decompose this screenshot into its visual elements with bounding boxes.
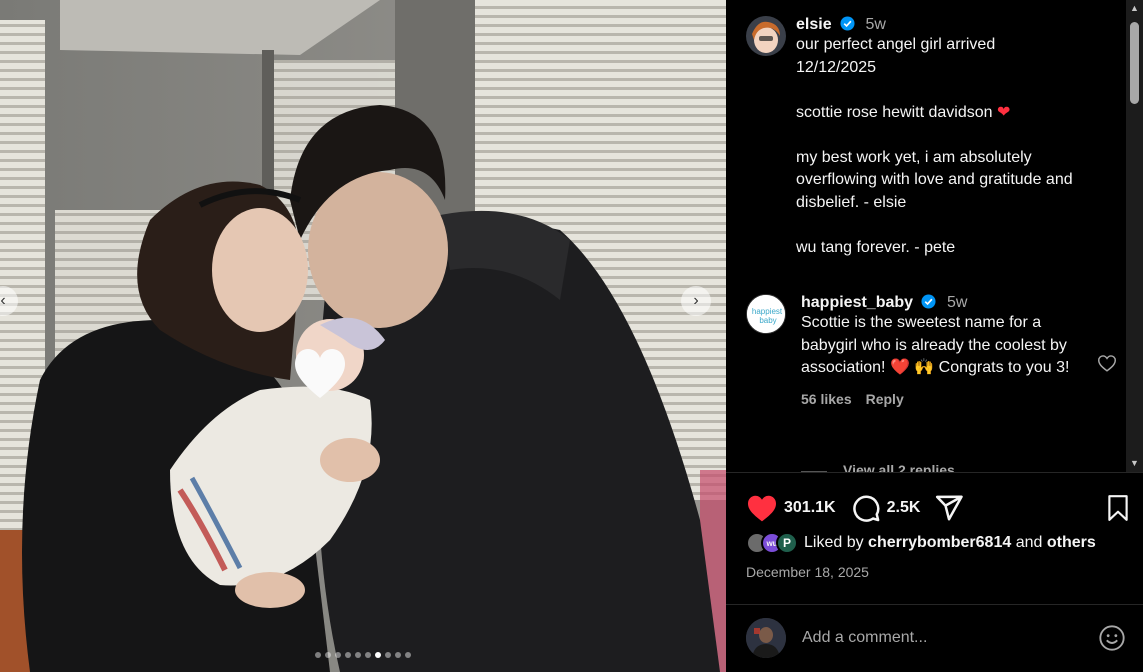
- comments-scrollbar[interactable]: ▲ ▼: [1126, 0, 1143, 472]
- caption-line: scottie rose hewitt davidson ❤: [796, 102, 1116, 125]
- carousel-dot: [365, 652, 371, 658]
- carousel-dot: [335, 652, 341, 658]
- comment-count: 2.5K: [886, 499, 921, 516]
- carousel-indicator: [0, 652, 726, 658]
- liked-by-others[interactable]: others: [1047, 534, 1096, 552]
- caption-line: our perfect angel girl arrived: [796, 36, 996, 53]
- comment-likes[interactable]: 56 likes: [801, 391, 852, 407]
- save-button[interactable]: [1105, 494, 1131, 522]
- verified-badge-icon: [840, 16, 855, 31]
- liked-by-user[interactable]: cherrybomber6814: [868, 534, 1011, 552]
- carousel-dot: [315, 652, 321, 658]
- caption-line: 12/12/2025: [796, 58, 877, 76]
- carousel-dot: [355, 652, 361, 658]
- commenter-username[interactable]: happiest_baby: [801, 294, 913, 311]
- scrollbar-thumb[interactable]: [1130, 22, 1139, 104]
- svg-text:baby: baby: [759, 316, 776, 325]
- caption-line: wu tang forever. - pete: [796, 238, 956, 256]
- action-bar: 301.1K 2.5K: [746, 490, 1131, 526]
- svg-text:happiest: happiest: [752, 307, 783, 316]
- divider: [726, 604, 1143, 605]
- commenter-avatar[interactable]: happiest baby: [746, 294, 786, 334]
- like-count: 301.1K: [784, 499, 836, 516]
- liked-by-and: and: [1015, 534, 1043, 551]
- comment-button[interactable]: 2.5K: [851, 493, 921, 523]
- author-username[interactable]: elsie: [796, 16, 832, 33]
- next-slide-button[interactable]: ›: [681, 286, 711, 316]
- comment-bubble-icon: [852, 495, 880, 522]
- bookmark-icon: [1108, 495, 1128, 521]
- comments-scroll-area[interactable]: elsie 5w our perfect angel girl arrived …: [726, 0, 1126, 472]
- caption-text: our perfect angel girl arrived 12/12/202…: [796, 34, 1116, 259]
- scroll-up-arrow-icon[interactable]: ▲: [1126, 0, 1143, 17]
- caption-line-text: scottie rose hewitt davidson: [796, 103, 993, 121]
- carousel-dot: [345, 652, 351, 658]
- carousel-dot: [405, 652, 411, 658]
- reply-button[interactable]: Reply: [866, 391, 904, 407]
- carousel-dot: [375, 652, 381, 658]
- red-heart-emoji: ❤: [997, 103, 1011, 121]
- liked-by-prefix: Liked by: [804, 534, 864, 551]
- comment-like-heart-icon[interactable]: [1096, 352, 1118, 374]
- author-avatar[interactable]: [746, 16, 786, 56]
- comment-input[interactable]: [802, 629, 1098, 647]
- verified-badge-icon: [921, 294, 937, 309]
- comment-text: Scottie is the sweetest name for a babyg…: [801, 314, 1070, 377]
- comment-time[interactable]: 5w: [947, 294, 967, 311]
- post-side-panel: elsie 5w our perfect angel girl arrived …: [726, 0, 1143, 672]
- heart-filled-icon: [748, 495, 776, 522]
- share-button[interactable]: [934, 493, 964, 523]
- liked-by-row: wu P Liked by cherrybomber6814 and other…: [746, 530, 1096, 556]
- view-replies-link[interactable]: View all 2 replies: [801, 462, 955, 472]
- divider: [726, 472, 1143, 473]
- caption-line: [796, 214, 1116, 237]
- scroll-down-arrow-icon[interactable]: ▼: [1126, 455, 1143, 472]
- send-paper-plane-icon: [936, 495, 964, 521]
- liker-avatar[interactable]: P: [776, 532, 798, 554]
- carousel-dot: [325, 652, 331, 658]
- emoji-picker-icon[interactable]: [1098, 624, 1126, 652]
- current-user-avatar[interactable]: [746, 618, 786, 658]
- caption-line: [796, 79, 1116, 102]
- carousel-dot: [385, 652, 391, 658]
- post-time[interactable]: 5w: [866, 16, 886, 33]
- comment-item: happiest baby happiest_baby 5w Scottie i…: [746, 294, 1126, 407]
- comment-composer: [746, 617, 1126, 659]
- like-button[interactable]: 301.1K: [746, 493, 836, 523]
- caption-line: [796, 124, 1116, 147]
- carousel-dot: [395, 652, 401, 658]
- post-caption: elsie 5w our perfect angel girl arrived …: [746, 16, 1121, 259]
- caption-line: my best work yet, i am absolutely overfl…: [796, 148, 1073, 211]
- photo-illustration: [0, 0, 726, 672]
- post-photo: ‹ ›: [0, 0, 726, 672]
- liker-avatars[interactable]: wu P: [746, 532, 798, 554]
- post-date[interactable]: December 18, 2025: [746, 564, 869, 580]
